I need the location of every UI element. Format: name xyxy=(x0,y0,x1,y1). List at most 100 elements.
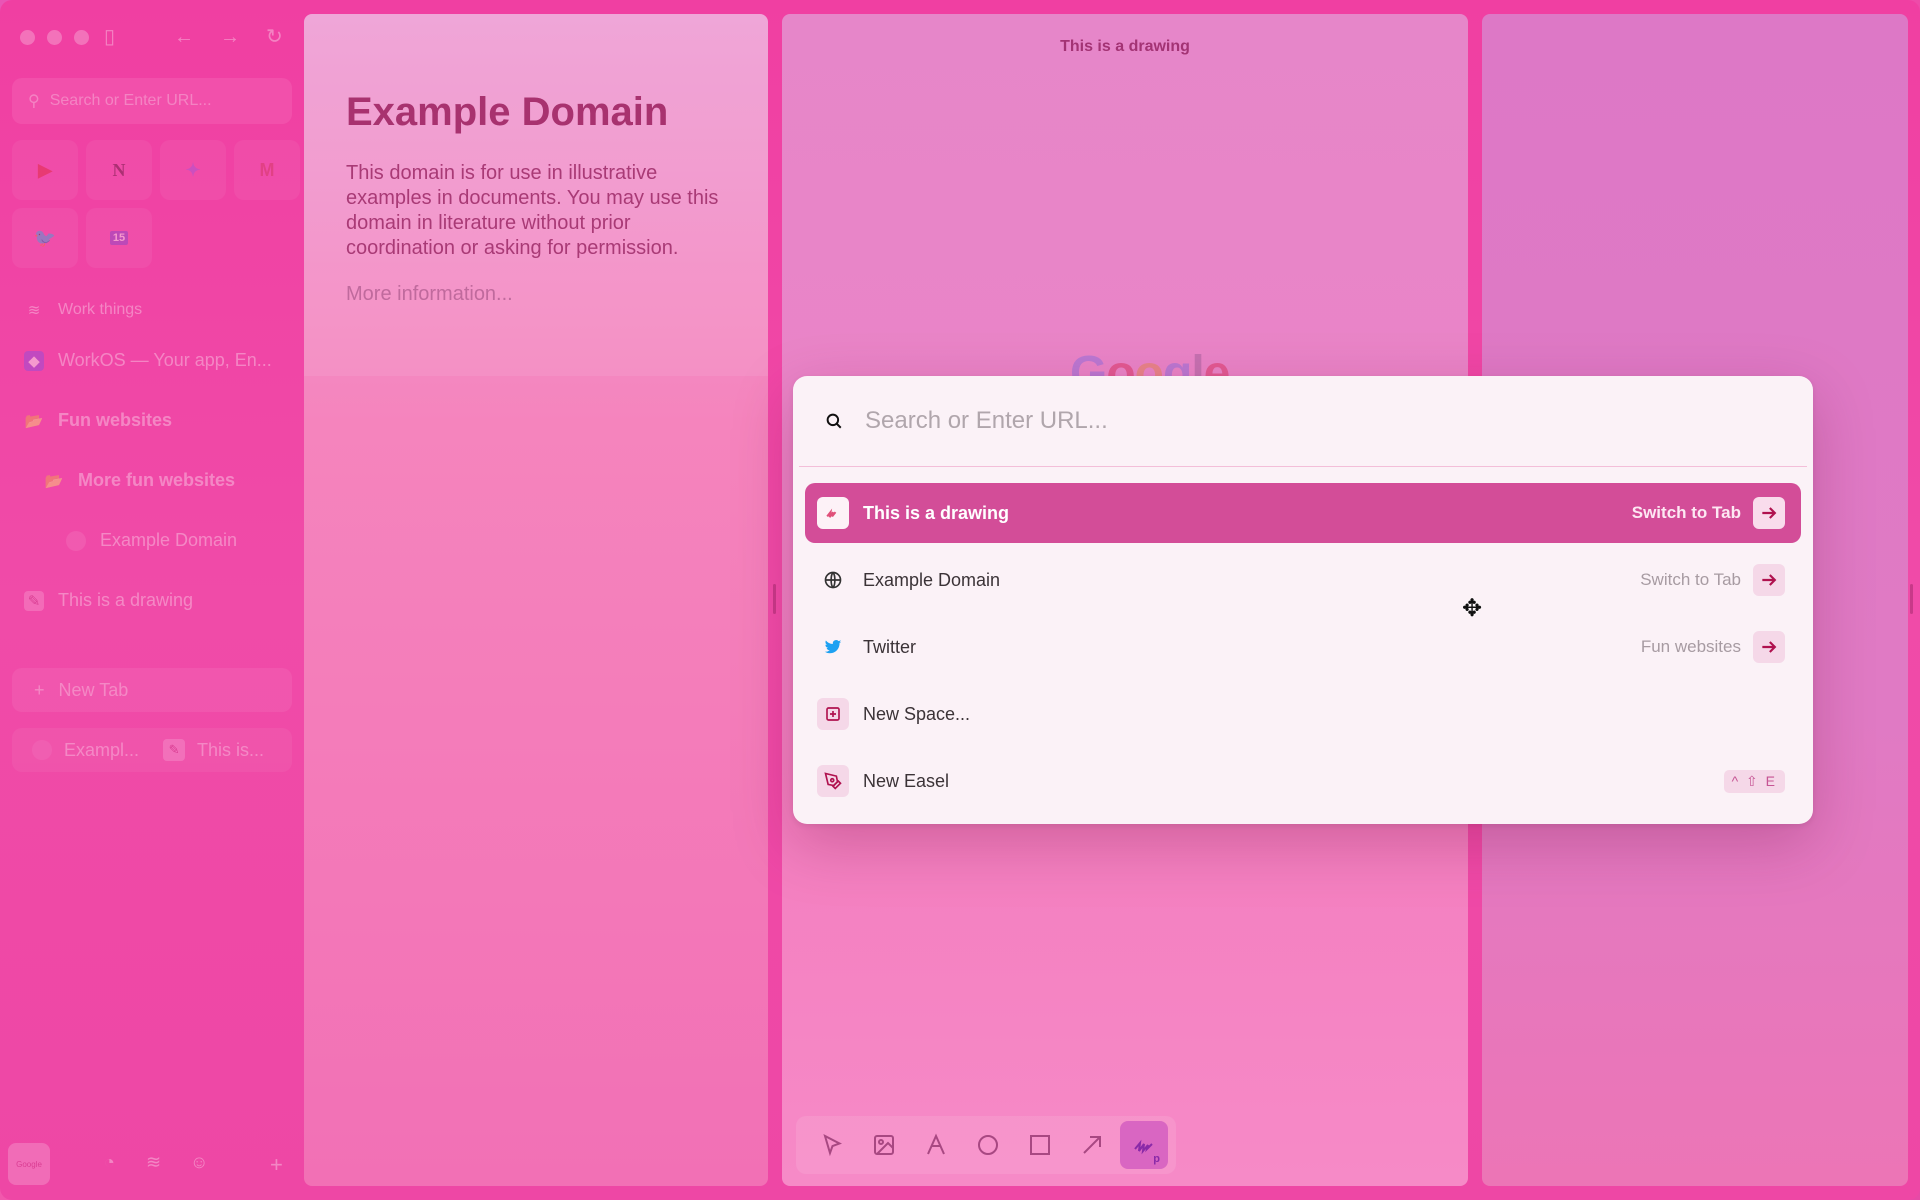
notion-icon: N xyxy=(112,159,126,180)
split-resize-handle[interactable] xyxy=(773,584,776,614)
sidebar-search-input[interactable]: ⚲ Search or Enter URL... xyxy=(12,78,292,124)
more-information-link[interactable]: More information... xyxy=(346,283,513,305)
arrow-right-icon xyxy=(1762,507,1777,519)
favorite-youtube[interactable]: ▶ xyxy=(12,140,78,200)
window-controls xyxy=(20,30,89,45)
plus-icon: + xyxy=(34,679,45,700)
tool-arrow[interactable] xyxy=(1068,1121,1116,1169)
easel-icon: ✎ xyxy=(24,590,44,611)
forward-arrow-icon[interactable]: → xyxy=(220,26,240,48)
result-label: Example Domain xyxy=(863,569,1001,590)
result-row-new-easel[interactable]: New Easel ^ ⇧ E xyxy=(805,751,1801,811)
search-icon: ⚲ xyxy=(28,93,40,110)
sidebar-folder-more-fun-websites[interactable]: 📂 More fun websites xyxy=(44,470,235,491)
result-row-example-domain[interactable]: Example Domain Switch to Tab xyxy=(805,550,1801,610)
resize-cursor-icon: ✥ xyxy=(1462,595,1483,622)
favorite-calendar[interactable]: 15 xyxy=(86,208,152,268)
space-header[interactable]: ≋ Work things xyxy=(24,300,142,320)
database-icon[interactable]: ≋ xyxy=(146,1152,161,1173)
globe-icon xyxy=(817,564,849,596)
favorite-notion[interactable]: N xyxy=(86,140,152,200)
go-to-space-button[interactable] xyxy=(1753,631,1785,663)
back-arrow-icon[interactable]: ← xyxy=(174,26,194,48)
add-space-icon[interactable]: + xyxy=(270,1152,283,1178)
arrow-icon xyxy=(1083,1136,1101,1154)
favorite-gmail[interactable]: M xyxy=(234,140,300,200)
pane-example-domain[interactable]: Example Domain This domain is for use in… xyxy=(304,14,768,1186)
favorite-twitter[interactable]: 🐦 xyxy=(12,208,78,268)
arrow-right-icon xyxy=(1762,574,1777,586)
folder-open-icon: 📂 xyxy=(44,472,64,490)
gmail-icon: M xyxy=(259,159,275,180)
favorite-figma[interactable]: ✦ xyxy=(160,140,226,200)
sidebar-toggle-icon[interactable]: ▯ xyxy=(104,26,115,48)
palette-results: This is a drawing Switch to Tab Example … xyxy=(793,467,1813,811)
wifi-icon[interactable]: ◔ xyxy=(104,1152,115,1173)
cursor-icon xyxy=(823,1134,843,1157)
split-tab-label: Exampl... xyxy=(64,739,140,760)
twitter-icon: 🐦 xyxy=(33,227,57,248)
sidebar-search-placeholder: Search or Enter URL... xyxy=(49,92,212,109)
result-row-drawing[interactable]: This is a drawing Switch to Tab xyxy=(805,483,1801,543)
pen-tool-icon xyxy=(817,765,849,797)
palette-search-bar xyxy=(793,376,1813,466)
switch-to-tab-button[interactable] xyxy=(1753,497,1785,529)
space-thumbnail[interactable]: Google xyxy=(8,1143,50,1185)
split-tab-label: This is... xyxy=(197,739,265,760)
sidebar-item-example-domain[interactable]: Example Domain xyxy=(66,530,237,551)
result-label: New Easel xyxy=(863,770,950,791)
folder-open-icon: 📂 xyxy=(24,412,44,430)
tool-rectangle[interactable] xyxy=(1016,1121,1064,1169)
tool-ellipse[interactable] xyxy=(964,1121,1012,1169)
palette-search-input[interactable] xyxy=(865,407,1665,435)
sidebar-item-label: This is a drawing xyxy=(58,590,194,610)
new-tab-button[interactable]: + New Tab xyxy=(12,668,292,712)
square-icon xyxy=(1030,1135,1050,1155)
result-hint: Switch to Tab xyxy=(1631,503,1741,522)
easel-icon: ✎ xyxy=(163,739,186,761)
example-content: Example Domain This domain is for use in… xyxy=(304,14,768,376)
tool-text[interactable] xyxy=(912,1121,960,1169)
calendar-icon: 15 xyxy=(109,231,129,245)
example-title: Example Domain xyxy=(346,90,669,134)
sidebar-item-label: More fun websites xyxy=(78,470,236,490)
database-icon: ≋ xyxy=(27,302,41,319)
emoji-icon[interactable]: ☺ xyxy=(190,1152,208,1173)
sidebar-item-workos[interactable]: ◆ WorkOS — Your app, En... xyxy=(24,350,272,371)
switch-to-tab-button[interactable] xyxy=(1753,564,1785,596)
browser-window: ▯ ← → ↻ ⚲ Search or Enter URL... ▶ N ✦ M… xyxy=(0,0,1920,1200)
command-palette: This is a drawing Switch to Tab Example … xyxy=(793,376,1813,824)
example-body: This domain is for use in illustrative e… xyxy=(346,162,719,259)
sidebar-footer: Google ◔ ≋ ☺ + xyxy=(8,1142,298,1186)
minimize-window-button[interactable] xyxy=(47,30,62,45)
result-label: This is a drawing xyxy=(863,502,1010,523)
split-view-tab[interactable]: Exampl... ✎ This is... xyxy=(12,728,292,772)
tool-pen[interactable]: p xyxy=(1120,1121,1168,1169)
globe-icon xyxy=(32,740,52,760)
thumbnail-label: Google xyxy=(16,1159,42,1169)
sidebar: ▯ ← → ↻ ⚲ Search or Enter URL... ▶ N ✦ M… xyxy=(0,0,300,1200)
globe-icon xyxy=(66,530,86,551)
result-label: New Space... xyxy=(863,703,971,724)
result-hint: Switch to Tab xyxy=(1640,570,1741,589)
keyboard-shortcut: ^ ⇧ E xyxy=(1723,769,1785,793)
split-resize-handle[interactable] xyxy=(1910,584,1913,614)
arrow-right-icon xyxy=(1762,641,1777,653)
tool-image[interactable] xyxy=(860,1121,908,1169)
drawing-toolbar: p xyxy=(796,1116,1176,1174)
favorites-grid: ▶ N ✦ M 🐦 15 xyxy=(12,140,300,268)
tool-shortcut: p xyxy=(1153,1153,1160,1165)
sidebar-item-drawing[interactable]: ✎ This is a drawing xyxy=(24,590,193,611)
text-icon xyxy=(927,1133,945,1155)
reload-icon[interactable]: ↻ xyxy=(266,26,283,48)
search-icon xyxy=(826,413,842,429)
sidebar-item-label: Fun websites xyxy=(58,410,173,430)
result-row-new-space[interactable]: New Space... xyxy=(805,684,1801,744)
result-row-twitter[interactable]: Twitter Fun websites xyxy=(805,617,1801,677)
zoom-window-button[interactable] xyxy=(74,30,89,45)
tool-select[interactable] xyxy=(808,1121,856,1169)
close-window-button[interactable] xyxy=(20,30,35,45)
sidebar-folder-fun-websites[interactable]: 📂 Fun websites xyxy=(24,410,172,431)
plus-square-icon xyxy=(817,698,849,730)
sidebar-item-label: Example Domain xyxy=(100,530,238,550)
